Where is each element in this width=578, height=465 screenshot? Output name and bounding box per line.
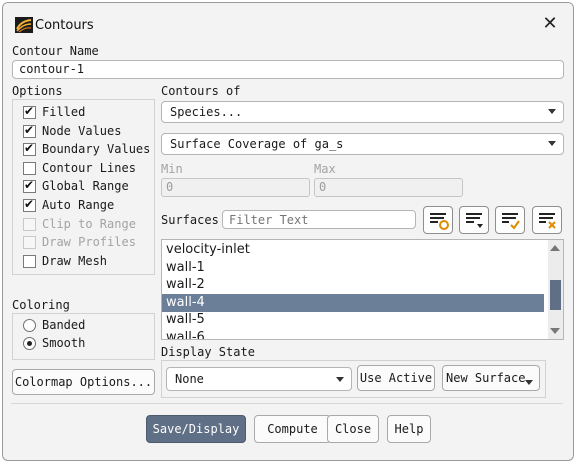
surfaces-list[interactable]: velocity-inlet wall-1 wall-2 wall-4 wall-5 wa… — [161, 239, 564, 340]
save-display-button[interactable]: Save/Display — [146, 415, 246, 443]
contours-dialog: Contours ✕ Contour Name contour-1 Option… — [2, 2, 574, 461]
select-all-icon — [502, 213, 520, 230]
min-label: Min — [161, 162, 183, 176]
option-label: Node Values — [42, 123, 122, 138]
close-icon[interactable]: ✕ — [541, 15, 559, 33]
close-button[interactable]: Close — [327, 415, 379, 443]
contours-category-select[interactable]: Species... — [161, 101, 564, 123]
max-label: Max — [314, 162, 336, 176]
select-dropdown-button[interactable] — [459, 206, 489, 234]
scroll-down-icon[interactable] — [550, 328, 560, 334]
new-surface-label: New Surface — [446, 371, 526, 385]
option-checkbox-8[interactable] — [23, 254, 36, 268]
chevron-down-icon — [336, 377, 344, 382]
scroll-up-icon[interactable] — [550, 245, 560, 251]
contour-name-input[interactable]: contour-1 — [12, 60, 564, 79]
window-title: Contours — [35, 18, 94, 33]
option-label: Clip to Range — [42, 216, 136, 231]
option-label: Draw Profiles — [42, 235, 136, 250]
footer-separator — [11, 403, 563, 404]
surface-filter-input[interactable] — [222, 210, 416, 229]
help-button[interactable]: Help — [387, 415, 431, 443]
select-all-button[interactable] — [495, 206, 525, 234]
min-field: 0 — [161, 178, 310, 197]
option-label: Filled — [42, 105, 86, 119]
contours-quantity-value: Surface Coverage of ga_s — [170, 137, 344, 151]
max-field: 0 — [314, 178, 463, 197]
chevron-down-icon — [525, 380, 533, 385]
display-state-select[interactable]: None — [166, 367, 352, 391]
deselect-all-icon — [539, 213, 556, 229]
banded-radio[interactable] — [23, 319, 36, 332]
surfaces-scrollbar[interactable] — [548, 240, 563, 339]
option-label: Contour Lines — [42, 160, 136, 175]
title-bar: Contours ✕ — [3, 3, 573, 43]
option-label: Draw Mesh — [42, 253, 108, 268]
select-dropdown-icon — [466, 213, 483, 228]
options-label: Options — [12, 84, 63, 98]
smooth-label: Smooth — [42, 336, 86, 350]
surface-list-item[interactable]: wall-2 — [162, 276, 544, 294]
scroll-thumb[interactable] — [550, 280, 561, 310]
option-checkbox-5[interactable] — [23, 197, 36, 212]
option-checkbox-6 — [23, 217, 36, 231]
banded-label: Banded — [42, 318, 86, 332]
colormap-options-button[interactable]: Colormap Options... — [12, 369, 155, 395]
new-surface-button[interactable]: New Surface — [442, 365, 540, 391]
surface-list-item[interactable]: velocity-inlet — [162, 241, 544, 259]
chevron-down-icon — [548, 109, 556, 114]
display-state-label: Display State — [161, 345, 255, 359]
contours-quantity-select[interactable]: Surface Coverage of ga_s — [161, 133, 564, 155]
option-checkbox-1[interactable] — [23, 123, 36, 138]
option-checkbox-0[interactable] — [23, 104, 36, 119]
chevron-down-icon — [548, 141, 556, 146]
smooth-radio[interactable] — [23, 337, 36, 350]
option-label: Auto Range — [42, 198, 115, 212]
use-active-button[interactable]: Use Active — [357, 365, 435, 391]
fluent-app-icon — [15, 17, 33, 33]
option-checkbox-4[interactable] — [23, 178, 36, 194]
option-checkbox-7 — [23, 236, 36, 250]
option-checkbox-3[interactable] — [23, 161, 36, 175]
contours-category-value: Species... — [170, 105, 243, 119]
contours-of-label: Contours of — [161, 84, 241, 98]
surface-list-item[interactable]: wall-5 — [162, 311, 544, 329]
coloring-label: Coloring — [12, 298, 70, 312]
surface-list-item[interactable]: wall-6 — [162, 329, 544, 339]
display-state-value: None — [175, 372, 204, 386]
option-label: Boundary Values — [42, 142, 151, 157]
surface-list-item[interactable]: wall-1 — [162, 259, 544, 277]
compute-button[interactable]: Compute — [254, 415, 331, 443]
deselect-all-button[interactable] — [532, 206, 562, 234]
new-surface-group-icon — [430, 213, 449, 230]
new-surface-group-button[interactable] — [423, 206, 453, 234]
option-checkbox-2[interactable] — [23, 141, 36, 157]
option-label: Global Range — [42, 179, 129, 194]
surface-list-item[interactable]: wall-4 — [162, 293, 544, 312]
surfaces-label: Surfaces — [161, 213, 219, 227]
contour-name-label: Contour Name — [12, 44, 99, 58]
